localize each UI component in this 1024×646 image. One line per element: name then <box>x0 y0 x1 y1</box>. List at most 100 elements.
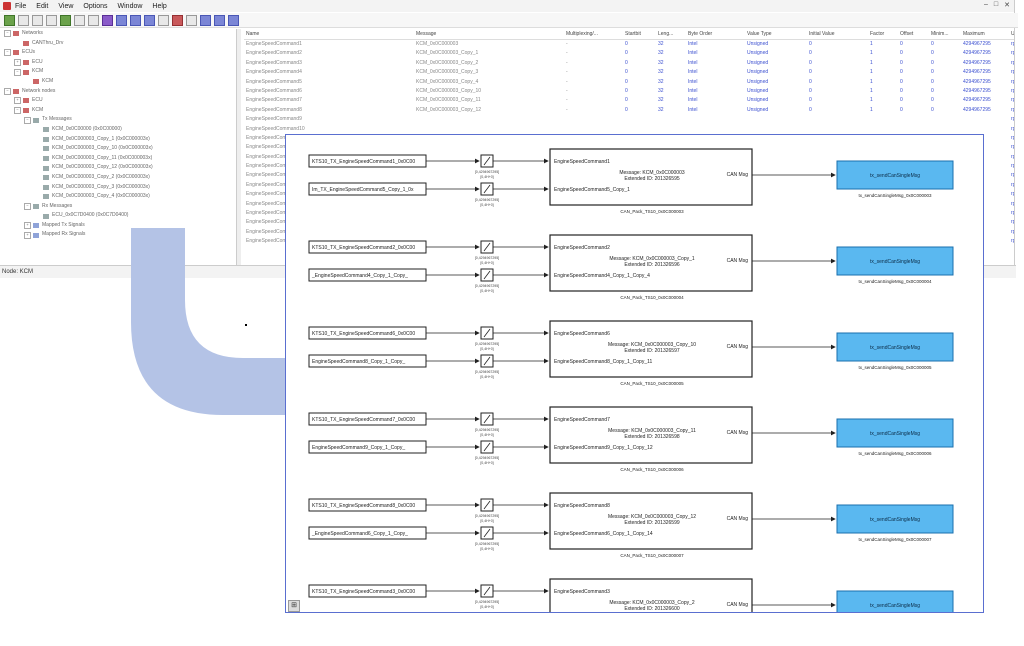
column-header[interactable]: Value Type <box>745 29 807 39</box>
column-header[interactable]: Name <box>244 29 414 39</box>
table-row[interactable]: EngineSpeedCommand1 KCM_0x0C000003 - 0 32 Int… <box>244 40 1014 49</box>
tree-item[interactable]: + Mapped Rx Signals <box>0 230 236 240</box>
tree-item[interactable]: − Networks <box>0 29 236 39</box>
send-block-label: tx_sendCanSingleMsg <box>870 173 920 179</box>
tree-item[interactable]: − Network nodes <box>0 87 236 97</box>
save-icon[interactable] <box>18 14 29 26</box>
tree-expander-icon[interactable]: + <box>14 97 21 105</box>
column-header[interactable]: Offset <box>898 29 929 39</box>
minimize-button[interactable]: – <box>984 1 988 9</box>
tree-expander-icon[interactable]: − <box>24 116 31 124</box>
attribute-icon[interactable] <box>158 14 169 26</box>
model-browser-icon[interactable]: ⊞ <box>288 600 300 612</box>
tree-item[interactable]: KCM_0x0C000003_Copy_3 (0x0C000003x) <box>0 183 236 193</box>
menu-help[interactable]: Help <box>152 3 166 10</box>
tree-item[interactable]: KCM_0x0C000003_Copy_4 (0x0C000003x) <box>0 192 236 202</box>
tree-expander-icon[interactable]: − <box>4 49 11 57</box>
column-header[interactable]: Initial Value <box>807 29 868 39</box>
tree-item[interactable]: + ECU <box>0 58 236 68</box>
tree-item[interactable]: − KCM <box>0 106 236 116</box>
conversion-range-label: [0,4294967295] <box>475 342 499 346</box>
tree-expander-icon[interactable]: − <box>4 30 11 38</box>
column-header[interactable]: Message <box>414 29 564 39</box>
table-cell: - <box>566 59 568 66</box>
table-row[interactable]: EngineSpeedCommand3 KCM_0x0C000003_Copy_2… <box>244 59 1014 68</box>
tree-item[interactable]: − KCM <box>0 67 236 77</box>
conversion-range-label: [0,4294967295] <box>475 428 499 432</box>
tree-expander-icon[interactable]: + <box>24 231 31 239</box>
menu-edit[interactable]: Edit <box>36 3 48 10</box>
tree-item[interactable]: − ECUs <box>0 48 236 58</box>
column-header[interactable]: Byte Order <box>686 29 745 39</box>
pack-extended-id-label: Extended ID: 201326596 <box>624 262 680 268</box>
tree-item[interactable]: KCM <box>0 77 236 87</box>
message-icon[interactable] <box>130 14 141 26</box>
menu-window[interactable]: Window <box>118 3 143 10</box>
table-row[interactable]: EngineSpeedCommand4 KCM_0x0C000003_Copy_3… <box>244 68 1014 77</box>
node-icon[interactable] <box>116 14 127 26</box>
delete-icon[interactable] <box>74 14 85 26</box>
help-icon[interactable] <box>228 14 239 26</box>
table-cell: KCM_0x0C000003 <box>416 41 459 47</box>
tree-item[interactable]: − Rx Messages <box>0 202 236 212</box>
table-row[interactable]: EngineSpeedCommand5 KCM_0x0C000003_Copy_4… <box>244 78 1014 87</box>
tree-item[interactable]: KCM_0x0C00000 (0x0C00000) <box>0 125 236 135</box>
tree-expander-icon[interactable]: − <box>4 87 11 95</box>
column-header[interactable]: Leng... <box>656 29 686 39</box>
copy-icon[interactable] <box>46 14 57 26</box>
pack-extended-id-label: Extended ID: 201326597 <box>624 348 680 354</box>
table-row[interactable]: EngineSpeedCommand8 KCM_0x0C000003_Copy_1… <box>244 106 1014 115</box>
table-row[interactable]: EngineSpeedCommand9 rpm <box>244 115 1014 124</box>
table-row[interactable]: EngineSpeedCommand7 KCM_0x0C000003_Copy_1… <box>244 96 1014 105</box>
open-icon[interactable] <box>4 14 15 26</box>
column-header[interactable]: Startbit <box>623 29 656 39</box>
check-icon[interactable] <box>172 14 183 26</box>
tree-expander-icon[interactable]: − <box>14 68 21 76</box>
tree-item[interactable]: KCM_0x0C000003_Copy_2 (0x0C000003x) <box>0 173 236 183</box>
tree-item[interactable]: KCM_0x0C000003_Copy_12 (0x0C000003x) <box>0 163 236 173</box>
tree-item[interactable]: KCM_0x0C000003_Copy_1 (0x0C000003x) <box>0 135 236 145</box>
column-header[interactable]: Factor <box>868 29 898 39</box>
menu-view[interactable]: View <box>58 3 73 10</box>
tree-item[interactable]: CANThru_Drv <box>0 39 236 49</box>
import-icon[interactable] <box>200 14 211 26</box>
table-cell: KCM_0x0C000003_Copy_1 <box>416 50 479 57</box>
tree-item[interactable]: ECU_0x0C7D0400 (0x0C7D0400) <box>0 211 236 221</box>
table-row[interactable]: EngineSpeedCommand10 rpm <box>244 125 1014 134</box>
signal-icon[interactable] <box>144 14 155 26</box>
table-row[interactable]: EngineSpeedCommand2 KCM_0x0C000003_Copy_1… <box>244 49 1014 58</box>
undo-icon[interactable] <box>88 14 99 26</box>
column-header[interactable]: Minim... <box>929 29 961 39</box>
filter-icon[interactable] <box>186 14 197 26</box>
table-cell <box>745 125 807 134</box>
maximize-button[interactable]: □ <box>994 1 998 9</box>
tree-item-label: KCM <box>32 106 44 113</box>
network-tree[interactable]: − Networks CANThru_Drv − ECUs + ECU − KCM KCM − Net… <box>0 29 236 265</box>
table-cell: - <box>566 78 568 85</box>
menu-options[interactable]: Options <box>83 3 107 10</box>
tree-expander-icon[interactable]: + <box>14 59 21 67</box>
close-button[interactable]: ✕ <box>1004 1 1010 9</box>
table-cell: Unsigned <box>747 69 769 76</box>
cut-icon[interactable] <box>32 14 43 26</box>
tree-item[interactable]: + Mapped Tx Signals <box>0 221 236 231</box>
network-icon[interactable] <box>102 14 113 26</box>
tree-expander-icon[interactable]: − <box>24 202 31 210</box>
tree-item[interactable]: + ECU <box>0 96 236 106</box>
column-header[interactable]: Unit <box>1009 29 1014 39</box>
export-icon[interactable] <box>214 14 225 26</box>
tree-item[interactable]: − Tx Messages <box>0 115 236 125</box>
column-header[interactable]: Multiplexing/... <box>564 29 623 39</box>
tree-scrollbar[interactable] <box>236 29 241 265</box>
paste-icon[interactable] <box>60 14 71 26</box>
column-header[interactable]: Maximum <box>961 29 1009 39</box>
tree-expander-icon[interactable]: − <box>14 107 21 115</box>
conversion-range-label: [0,4294967295] <box>475 542 499 546</box>
tree-expander-icon[interactable]: + <box>24 222 31 230</box>
tree-item[interactable]: KCM_0x0C000003_Copy_10 (0x0C000003x) <box>0 144 236 154</box>
menu-file[interactable]: File <box>15 3 26 10</box>
table-row[interactable]: EngineSpeedCommand6 KCM_0x0C000003_Copy_1… <box>244 87 1014 96</box>
table-cell <box>623 125 656 134</box>
tree-item[interactable]: KCM_0x0C000003_Copy_11 (0x0C000003x) <box>0 154 236 164</box>
tree-node-icon <box>23 69 29 75</box>
